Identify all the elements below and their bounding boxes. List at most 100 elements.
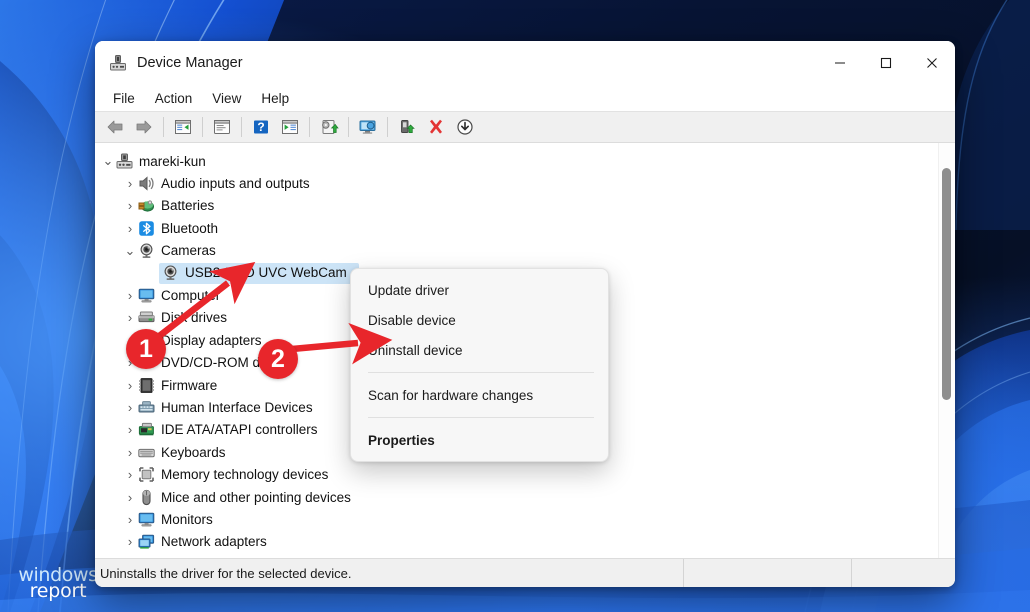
hid-icon (137, 398, 155, 416)
selection-highlight: USB2.0 HD UVC WebCam (159, 262, 359, 284)
toolbar-separator (309, 117, 310, 137)
toolbar-separator (241, 117, 242, 137)
chevron-down-icon[interactable]: ⌄ (101, 154, 115, 167)
tree-scrollbar[interactable] (938, 143, 955, 558)
tree-item-label: Display adapters (161, 332, 262, 348)
tree-item-label: Cameras (161, 243, 216, 259)
chevron-right-icon[interactable]: › (123, 534, 137, 549)
tree-item[interactable]: ⌄ mareki-kun (95, 150, 938, 172)
speaker-icon (137, 175, 155, 193)
chevron-right-icon[interactable]: › (123, 467, 137, 482)
context-menu-separator (368, 372, 594, 373)
tree-item-label: Bluetooth (161, 220, 219, 236)
enable-device-icon[interactable] (393, 114, 421, 140)
memory-device-icon (137, 466, 155, 484)
maximize-button[interactable] (863, 41, 909, 85)
chevron-right-icon[interactable]: › (123, 378, 137, 393)
tree-item-label: Computer (161, 288, 221, 304)
status-pane-3 (851, 559, 955, 587)
chevron-right-icon[interactable]: › (123, 198, 137, 213)
svg-text:?: ? (257, 120, 264, 134)
back-arrow-icon[interactable] (101, 114, 129, 140)
monitor-icon (137, 510, 155, 528)
tree-item[interactable]: ⌄ Cameras (95, 240, 938, 262)
menu-view[interactable]: View (202, 89, 251, 108)
tree-item-label: Firmware (161, 377, 218, 393)
chevron-right-icon[interactable]: › (123, 445, 137, 460)
minimize-button[interactable] (817, 41, 863, 85)
ctx-scan-hardware[interactable]: Scan for hardware changes (351, 380, 608, 410)
tree-item-label: DVD/CD-ROM drives (161, 355, 289, 371)
chevron-right-icon[interactable]: › (123, 422, 137, 437)
computer-root-icon (115, 152, 133, 170)
ctx-properties[interactable]: Properties (351, 425, 608, 455)
context-menu-separator (368, 417, 594, 418)
tree-item-label: Disk drives (161, 310, 228, 326)
help-icon[interactable]: ? (247, 114, 275, 140)
menu-action[interactable]: Action (145, 89, 203, 108)
tree-item-label: mareki-kun (139, 153, 206, 169)
close-button[interactable] (909, 41, 955, 85)
menu-help[interactable]: Help (251, 89, 299, 108)
toolbar-separator (348, 117, 349, 137)
properties-icon[interactable] (208, 114, 236, 140)
tree-item[interactable]: › Monitors (95, 508, 938, 530)
monitor-icon (137, 287, 155, 305)
tree-item[interactable]: › Bluetooth (95, 217, 938, 239)
chevron-right-icon[interactable]: › (123, 400, 137, 415)
tree-item-label: Monitors (161, 511, 213, 527)
window-title: Device Manager (137, 55, 243, 71)
tree-item-label: Keyboards (161, 444, 226, 460)
disable-device-icon[interactable] (451, 114, 479, 140)
ctx-uninstall-device[interactable]: Uninstall device (351, 335, 608, 365)
tree-item[interactable]: › Audio inputs and outputs (95, 172, 938, 194)
tree-item[interactable]: › Batteries (95, 195, 938, 217)
status-text: Uninstalls the driver for the selected d… (100, 565, 352, 581)
chevron-right-icon[interactable]: › (123, 310, 137, 325)
scan-for-hardware-changes-icon[interactable] (354, 114, 382, 140)
camera-icon (137, 242, 155, 260)
bluetooth-icon (137, 219, 155, 237)
show-hide-console-tree-icon[interactable] (169, 114, 197, 140)
tree-item[interactable]: › Memory technology devices (95, 463, 938, 485)
chevron-down-icon[interactable]: ⌄ (123, 244, 137, 257)
titlebar[interactable]: Device Manager (95, 41, 955, 85)
scrollbar-thumb[interactable] (942, 167, 951, 401)
windows-report-watermark: windows report (8, 566, 108, 606)
tree-item[interactable]: › Mice and other pointing devices (95, 486, 938, 508)
forward-arrow-icon[interactable] (130, 114, 158, 140)
menubar: File Action View Help (95, 85, 955, 111)
firmware-icon (137, 376, 155, 394)
chevron-right-icon[interactable]: › (123, 221, 137, 236)
ctx-disable-device[interactable]: Disable device (351, 305, 608, 335)
chevron-right-icon[interactable]: › (123, 176, 137, 191)
chevron-right-icon[interactable]: › (123, 333, 137, 348)
context-menu: Update driver Disable device Uninstall dev… (350, 268, 609, 462)
tree-item-label: IDE ATA/ATAPI controllers (161, 422, 318, 438)
ide-controller-icon (137, 421, 155, 439)
uninstall-device-icon[interactable] (422, 114, 450, 140)
ctx-update-driver[interactable]: Update driver (351, 275, 608, 305)
menu-file[interactable]: File (103, 89, 145, 108)
statusbar: Uninstalls the driver for the selected d… (95, 558, 955, 587)
keyboard-icon (137, 443, 155, 461)
chevron-right-icon[interactable]: › (123, 355, 137, 370)
battery-icon (137, 197, 155, 215)
tree-item-label: USB2.0 HD UVC WebCam (185, 265, 347, 281)
toolbar: ? (95, 111, 955, 143)
tree-item-label: Mice and other pointing devices (161, 489, 351, 505)
tree-item[interactable]: › Network adapters (95, 531, 938, 553)
device-manager-icon (109, 54, 127, 72)
disk-drive-icon (137, 309, 155, 327)
tree-item-label: Batteries (161, 198, 215, 214)
update-driver-icon[interactable] (315, 114, 343, 140)
chevron-right-icon[interactable]: › (123, 288, 137, 303)
camera-icon (161, 264, 179, 282)
caption-buttons (817, 41, 955, 85)
show-hide-action-pane-icon[interactable] (276, 114, 304, 140)
mouse-icon (137, 488, 155, 506)
chevron-right-icon[interactable]: › (123, 490, 137, 505)
chevron-right-icon[interactable]: › (123, 512, 137, 527)
toolbar-separator (202, 117, 203, 137)
tree-item-label: Memory technology devices (161, 467, 329, 483)
